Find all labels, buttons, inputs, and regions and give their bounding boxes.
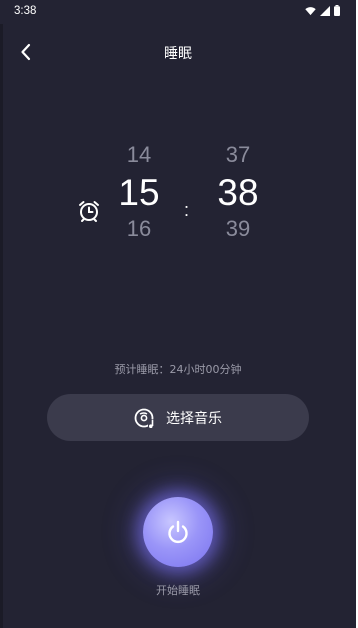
status-bar: 3:38 — [0, 0, 356, 24]
minute-current[interactable]: 38 — [208, 174, 268, 211]
hour-current[interactable]: 15 — [109, 174, 169, 211]
hour-picker[interactable]: 14 15 16 — [109, 144, 169, 240]
minute-next[interactable]: 39 — [208, 218, 268, 240]
page-title: 睡眠 — [164, 46, 192, 62]
edge-rail — [0, 24, 3, 628]
minute-prev[interactable]: 37 — [208, 144, 268, 166]
sleep-estimate: 预计睡眠：24小时00分钟 — [114, 363, 242, 376]
nav-bar: 睡眠 — [0, 32, 356, 72]
status-icons — [305, 5, 340, 16]
signal-icon — [320, 5, 330, 16]
hour-next[interactable]: 16 — [109, 218, 169, 240]
sleep-screen: 3:38 睡眠 14 15 16: 37 38 39 预计睡眠：24小时00分… — [0, 0, 358, 628]
status-time: 3:38 — [14, 5, 37, 17]
start-sleep-label: 开始睡眠 — [156, 584, 200, 597]
minute-picker[interactable]: 37 38 39 — [208, 144, 268, 240]
select-music-label: 选择音乐 — [166, 410, 222, 427]
power-icon — [168, 520, 188, 544]
hour-prev[interactable]: 14 — [109, 144, 169, 166]
wifi-icon — [305, 6, 316, 15]
start-sleep-button[interactable] — [143, 497, 213, 567]
music-disc-icon — [134, 408, 155, 428]
select-music-button[interactable]: 选择音乐 — [47, 394, 309, 441]
battery-icon — [334, 5, 340, 16]
alarm-clock-icon — [79, 201, 99, 222]
time-separator: : — [184, 200, 190, 220]
